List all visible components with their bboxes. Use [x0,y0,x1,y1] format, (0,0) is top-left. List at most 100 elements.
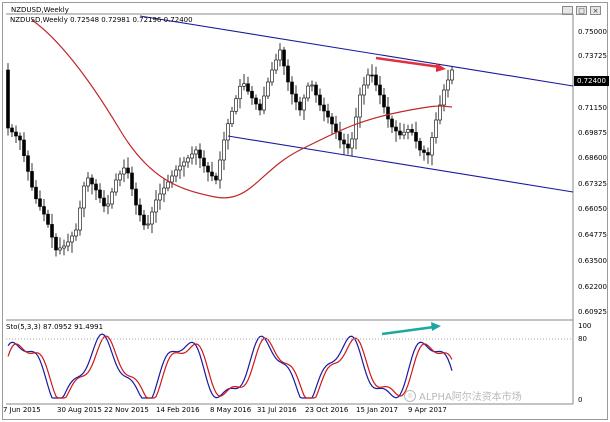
candle-body [102,197,106,207]
candle-body [162,187,166,195]
candle-body [70,235,74,243]
candle-body [254,97,258,105]
candle-body [18,135,22,141]
candle-body [406,129,410,133]
price-axis-label: 0.73725 [578,52,607,60]
candle-body [302,97,306,111]
time-axis-label: 23 Oct 2016 [305,406,349,414]
stoch-signal-line [7,335,453,399]
price-axis-label: 0.71150 [578,104,607,112]
candle-body [326,110,330,118]
candle-body [398,130,402,136]
candle-body [358,94,362,118]
price-axis-label: 0.64775 [578,231,607,239]
time-axis-label: 7 Jun 2015 [3,406,41,414]
candle-body [190,153,194,159]
candle-body [206,165,210,173]
candle-body [42,206,46,215]
candle-body [10,127,14,133]
price-axis-label: 0.63500 [578,257,607,265]
candle-body [374,74,378,86]
candle-body [106,203,110,207]
watermark-text: ALPHA阿尔法资本市场 [419,392,522,403]
candle-body [290,81,294,95]
candle-body [138,204,142,216]
candle-body [270,69,274,83]
candle-body [318,94,322,106]
candle-body [146,223,150,226]
time-axis-label: 31 Jul 2016 [257,406,297,414]
candle-body [282,49,286,67]
candle-body [354,116,358,140]
candle-body [346,143,350,149]
main-panel-header: NZDUSD,Weekly 0.72548 0.72981 0.72196 0.… [10,16,193,24]
candle-body [238,85,242,100]
candle-body [6,69,10,129]
candle-body [186,157,190,163]
candle-body [126,167,130,174]
price-axis-label: 0.69875 [578,129,607,137]
candle-body [118,173,122,181]
candle-body [198,149,202,159]
candle-body [178,165,182,171]
candle-body [286,65,290,83]
stoch-panel-header: Sto(5,3,3) 87.0952 91.4991 [6,323,104,331]
price-chart-canvas[interactable] [0,0,610,422]
candle-body [266,81,270,97]
stoch-axis-label: 80 [578,335,587,343]
candle-body [58,247,62,251]
candle-body [82,185,86,209]
current-price-badge: 0.72400 [574,76,609,86]
price-axis-label: 0.62200 [578,283,607,291]
candle-body [98,189,102,199]
candle-body [34,186,38,200]
stoch-arrow-teal [381,325,435,336]
candle-body [310,84,314,87]
candle-body [182,161,186,167]
candle-body [50,224,54,238]
candle-body [158,193,162,201]
candle-body [170,175,174,183]
candle-body [382,94,386,108]
candle-body [262,95,266,111]
candle-body [274,59,278,71]
candle-body [202,157,206,167]
candle-body [122,167,126,175]
time-axis-label: 14 Feb 2016 [156,406,200,414]
candle-body [94,183,98,191]
candle-body [150,211,154,225]
time-axis-label: 30 Aug 2015 [57,406,102,414]
candle-body [214,175,218,181]
candle-body [90,177,94,185]
candle-body [174,169,178,177]
candle-body [114,179,118,193]
candle-body [322,104,326,112]
candle-body [250,90,254,99]
candle-body [194,149,198,155]
stoch-axis-label: 0 [578,396,583,404]
candle-body [210,171,214,177]
price-axis-label: 0.75000 [578,28,607,36]
candle-body [430,137,434,156]
candle-body [154,199,158,213]
stoch-arrow-teal-head [431,322,441,331]
candle-body [78,207,82,231]
candle-body [226,123,230,141]
time-axis-label: 9 Apr 2017 [408,406,447,414]
candle-body [218,159,222,181]
candle-body [334,123,338,133]
candle-body [294,93,298,103]
time-axis-label: 8 May 2016 [210,406,252,414]
time-axis-label: 15 Jan 2017 [356,406,398,414]
candle-body [134,188,138,206]
candle-body [38,198,42,207]
candle-body [394,126,398,132]
channel-lower-line [227,135,574,193]
candle-body [130,172,134,190]
candle-body [450,69,454,81]
candle-body [414,132,418,142]
candle-body [46,213,50,225]
candle-body [390,118,394,128]
candle-body [54,236,58,251]
candle-body [258,103,262,111]
